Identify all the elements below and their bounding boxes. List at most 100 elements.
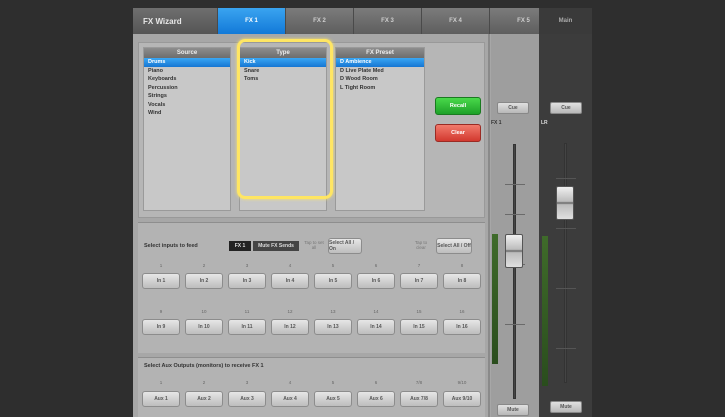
inputs-section: Select inputs to feed FX 1 Mute FX Sends… — [138, 222, 485, 353]
main-mute-button[interactable]: Mute — [550, 401, 582, 413]
inputs-label: Select inputs to feed — [144, 243, 198, 249]
aux-number: 2 — [202, 380, 206, 385]
fader-tick — [556, 178, 576, 179]
aux-button[interactable]: Aux 9/10 — [443, 391, 481, 407]
input-number: 13 — [330, 309, 336, 314]
input-number: 3 — [245, 263, 249, 268]
input-number: 9 — [159, 309, 163, 314]
input-button[interactable]: In 12 — [271, 319, 309, 335]
input-number: 4 — [288, 263, 292, 268]
source-item[interactable]: Wind — [144, 109, 230, 118]
input-number: 1 — [159, 263, 163, 268]
aux-number: 5 — [331, 380, 335, 385]
source-item[interactable]: Strings — [144, 92, 230, 101]
fx-channel-strip: Cue FX 1 Mute — [491, 34, 539, 417]
main-cue-button[interactable]: Cue — [550, 102, 582, 114]
input-button[interactable]: In 2 — [185, 273, 223, 289]
tab-main[interactable]: Main — [539, 8, 592, 34]
main-fader-handle[interactable] — [556, 186, 574, 220]
tap-set-note: Tap to set all — [304, 240, 324, 250]
input-button[interactable]: In 11 — [228, 319, 266, 335]
fader-tick — [556, 228, 576, 229]
input-button[interactable]: In 14 — [357, 319, 395, 335]
input-number: 16 — [459, 309, 465, 314]
source-item[interactable]: Percussion — [144, 84, 230, 93]
aux-number: 9/10 — [457, 380, 467, 385]
tab-fx4[interactable]: FX 4 — [422, 8, 490, 34]
tab-fx-wizard[interactable]: FX Wizard — [133, 8, 218, 34]
preset-item[interactable]: D Live Plate Med — [336, 67, 424, 76]
strip-divider — [488, 34, 490, 417]
preset-item[interactable]: D Ambience — [336, 58, 424, 67]
source-list: Source Drums Piano Keyboards Percussion … — [143, 47, 231, 211]
fx-chip: FX 1 — [229, 241, 251, 251]
fx-strip-label: FX 1 — [491, 120, 502, 126]
select-all-on-button[interactable]: Select All / On — [328, 238, 362, 254]
aux-section: Select Aux Outputs (monitors) to receive… — [138, 357, 485, 417]
tab-fx3[interactable]: FX 3 — [354, 8, 422, 34]
fx-cue-button[interactable]: Cue — [497, 102, 529, 114]
aux-button[interactable]: Aux 4 — [271, 391, 309, 407]
input-number: 7 — [417, 263, 421, 268]
select-all-off-button[interactable]: Select All / Off — [436, 238, 472, 254]
input-number: 15 — [416, 309, 422, 314]
fx-mute-button[interactable]: Mute — [497, 404, 529, 416]
input-button[interactable]: In 10 — [185, 319, 223, 335]
source-item[interactable]: Drums — [144, 58, 230, 67]
fader-tick — [505, 214, 525, 215]
input-button[interactable]: In 6 — [357, 273, 395, 289]
mute-fx-sends-chip[interactable]: Mute FX Sends — [253, 241, 299, 251]
aux-button[interactable]: Aux 6 — [357, 391, 395, 407]
input-button[interactable]: In 8 — [443, 273, 481, 289]
fx-wizard-window: FX Wizard FX 1 FX 2 FX 3 FX 4 FX 5 Sourc… — [133, 8, 592, 417]
source-item[interactable]: Keyboards — [144, 75, 230, 84]
input-button[interactable]: In 3 — [228, 273, 266, 289]
tap-clear-note: Tap to clear — [414, 240, 428, 250]
type-column-highlight — [237, 39, 333, 199]
fx-fader-handle[interactable] — [505, 234, 523, 268]
input-number: 14 — [373, 309, 379, 314]
aux-number: 6 — [374, 380, 378, 385]
input-number: 10 — [201, 309, 207, 314]
tab-fx2[interactable]: FX 2 — [286, 8, 354, 34]
fx-level-meter — [492, 234, 498, 364]
aux-number: 3 — [245, 380, 249, 385]
source-item[interactable]: Vocals — [144, 101, 230, 110]
input-button[interactable]: In 1 — [142, 273, 180, 289]
main-strip-label: LR — [541, 120, 548, 126]
aux-button[interactable]: Aux 1 — [142, 391, 180, 407]
aux-number: 7/8 — [415, 380, 423, 385]
aux-number: 1 — [159, 380, 163, 385]
input-number: 5 — [331, 263, 335, 268]
fader-tick — [556, 348, 576, 349]
main-fader-track — [564, 143, 567, 383]
clear-button[interactable]: Clear — [435, 124, 481, 142]
input-button[interactable]: In 4 — [271, 273, 309, 289]
aux-button[interactable]: Aux 3 — [228, 391, 266, 407]
preset-header: FX Preset — [336, 48, 424, 58]
tab-fx1[interactable]: FX 1 — [218, 8, 286, 34]
aux-button[interactable]: Aux 5 — [314, 391, 352, 407]
input-button[interactable]: In 16 — [443, 319, 481, 335]
aux-label: Select Aux Outputs (monitors) to receive… — [144, 363, 264, 369]
preset-item[interactable]: D Wood Room — [336, 75, 424, 84]
recall-button[interactable]: Recall — [435, 97, 481, 115]
tab-bar: FX Wizard FX 1 FX 2 FX 3 FX 4 FX 5 — [133, 8, 592, 34]
aux-button[interactable]: Aux 7/8 — [400, 391, 438, 407]
preset-list: FX Preset D Ambience D Live Plate Med D … — [335, 47, 425, 211]
preset-item[interactable]: L Tight Room — [336, 84, 424, 93]
aux-button[interactable]: Aux 2 — [185, 391, 223, 407]
main-level-meter — [542, 236, 548, 386]
source-header: Source — [144, 48, 230, 58]
source-item[interactable]: Piano — [144, 67, 230, 76]
input-button[interactable]: In 15 — [400, 319, 438, 335]
fx-fader-track — [513, 144, 516, 399]
input-button[interactable]: In 5 — [314, 273, 352, 289]
fader-tick — [505, 184, 525, 185]
input-number: 12 — [287, 309, 293, 314]
input-button[interactable]: In 13 — [314, 319, 352, 335]
fader-tick — [505, 324, 525, 325]
input-button[interactable]: In 7 — [400, 273, 438, 289]
input-number: 2 — [202, 263, 206, 268]
input-button[interactable]: In 9 — [142, 319, 180, 335]
